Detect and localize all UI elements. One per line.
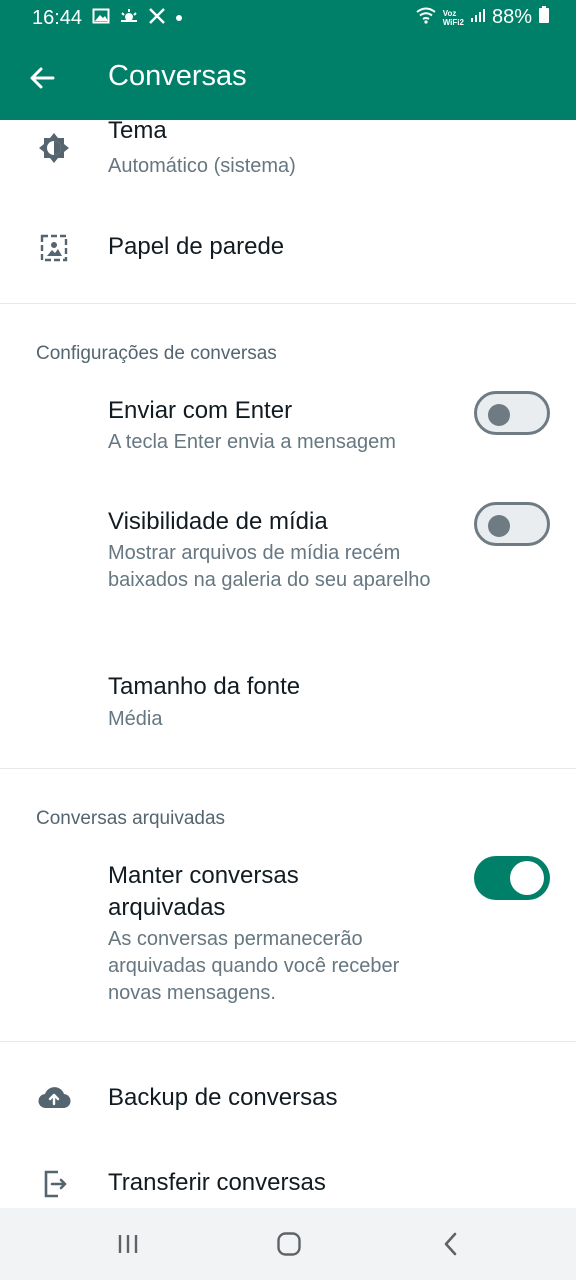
status-time: 16:44 [32, 7, 83, 29]
section-header-chat-settings: Configurações de conversas [36, 343, 277, 364]
keep-archived-row[interactable]: Manter conversas arquivadas As conversas… [0, 850, 576, 1020]
wallpaper-icon [36, 230, 72, 266]
back-nav-button[interactable] [427, 1224, 475, 1264]
media-visibility-description: Mostrar arquivos de mídia recém baixados… [108, 542, 431, 591]
home-icon [277, 1232, 301, 1256]
cloud-upload-icon [36, 1080, 72, 1116]
divider [0, 303, 576, 304]
theme-title: Tema [108, 117, 167, 144]
signal-icon [470, 7, 486, 28]
backup-title: Backup de conversas [108, 1084, 338, 1111]
recent-apps-icon [118, 1235, 138, 1253]
arrow-left-icon [30, 67, 55, 89]
weather-notification-icon [118, 7, 140, 30]
enter-send-toggle[interactable] [474, 391, 550, 435]
media-visibility-title: Visibilidade de mídia [108, 508, 328, 535]
wifi-icon [415, 6, 437, 29]
section-header-archived: Conversas arquivadas [36, 808, 226, 829]
keep-archived-title: Manter conversas arquivadas [108, 862, 299, 921]
app-header: 16:44 Voz WiFi2 88% Conversas [0, 0, 576, 120]
keep-archived-description: As conversas permanecerão arquivadas qua… [108, 928, 400, 1004]
battery-percent: 88% [491, 6, 532, 28]
more-notifications-dot-icon [174, 10, 184, 28]
font-size-value: Média [108, 708, 163, 730]
backup-row[interactable]: Backup de conversas [0, 1062, 576, 1134]
gallery-notification-icon [92, 7, 110, 30]
x-app-icon [148, 7, 166, 30]
system-icons: Voz WiFi2 88% [415, 6, 550, 29]
divider [0, 768, 576, 769]
page-title: Conversas [108, 60, 247, 92]
theme-row[interactable]: Tema Automático (sistema) [0, 117, 576, 200]
enter-send-title: Enviar com Enter [108, 397, 293, 424]
system-navigation-bar [0, 1208, 576, 1280]
toggle-knob [488, 515, 510, 537]
divider [0, 1041, 576, 1042]
brightness-icon [36, 130, 72, 166]
transfer-chats-icon [36, 1166, 72, 1202]
media-visibility-toggle[interactable] [474, 502, 550, 546]
wallpaper-title: Papel de parede [108, 233, 285, 260]
theme-value: Automático (sistema) [108, 155, 296, 177]
notification-icons [92, 7, 184, 30]
toggle-knob [488, 404, 510, 426]
status-bar: 16:44 Voz WiFi2 88% [0, 0, 576, 38]
toggle-knob [510, 861, 544, 895]
home-button[interactable] [265, 1224, 313, 1264]
recent-apps-button[interactable] [104, 1224, 152, 1264]
media-visibility-row[interactable]: Visibilidade de mídia Mostrar arquivos d… [0, 495, 576, 635]
font-size-title: Tamanho da fonte [108, 673, 301, 700]
back-button[interactable] [22, 58, 62, 98]
transfer-title: Transferir conversas [108, 1169, 326, 1196]
transfer-row[interactable]: Transferir conversas [0, 1150, 576, 1208]
volte-wifi-label: Voz WiFi2 [442, 8, 464, 27]
wallpaper-row[interactable]: Papel de parede [0, 210, 576, 290]
chevron-left-icon [444, 1232, 457, 1256]
battery-icon [538, 6, 550, 29]
keep-archived-toggle[interactable] [474, 856, 550, 900]
enter-send-row[interactable]: Enviar com Enter A tecla Enter envia a m… [0, 385, 576, 475]
font-size-row[interactable]: Tamanho da fonte Média [0, 660, 576, 750]
enter-send-description: A tecla Enter envia a mensagem [108, 431, 396, 453]
